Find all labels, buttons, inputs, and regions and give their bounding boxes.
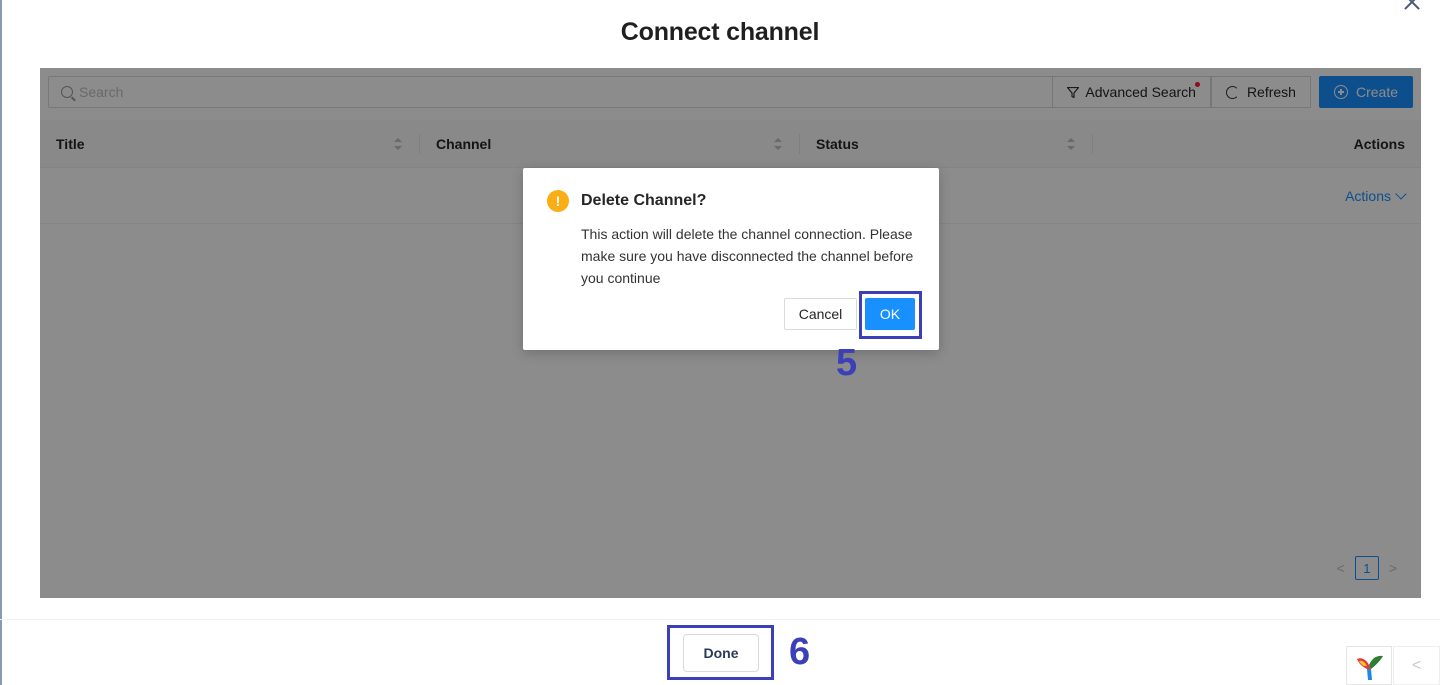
cancel-button[interactable]: Cancel [784,298,857,330]
brand-logo-widget[interactable] [1346,646,1392,685]
dialog-title: Delete Channel? [581,192,707,209]
warning-icon: ! [547,190,569,212]
dialog-message: This action will delete the channel conn… [581,226,914,286]
left-edge-border [0,0,2,685]
step-number-6: 6 [789,631,811,673]
chevron-left-icon: < [1411,656,1422,674]
highlight-box-done [667,625,774,680]
highlight-box-ok [859,291,922,339]
close-icon[interactable] [1402,0,1422,12]
footer-divider [0,619,1440,620]
brand-logo-icon [1357,655,1383,680]
modal-title: Connect channel [620,18,820,46]
collapse-panel-button[interactable]: < [1393,646,1440,685]
step-number-5: 5 [836,342,858,384]
